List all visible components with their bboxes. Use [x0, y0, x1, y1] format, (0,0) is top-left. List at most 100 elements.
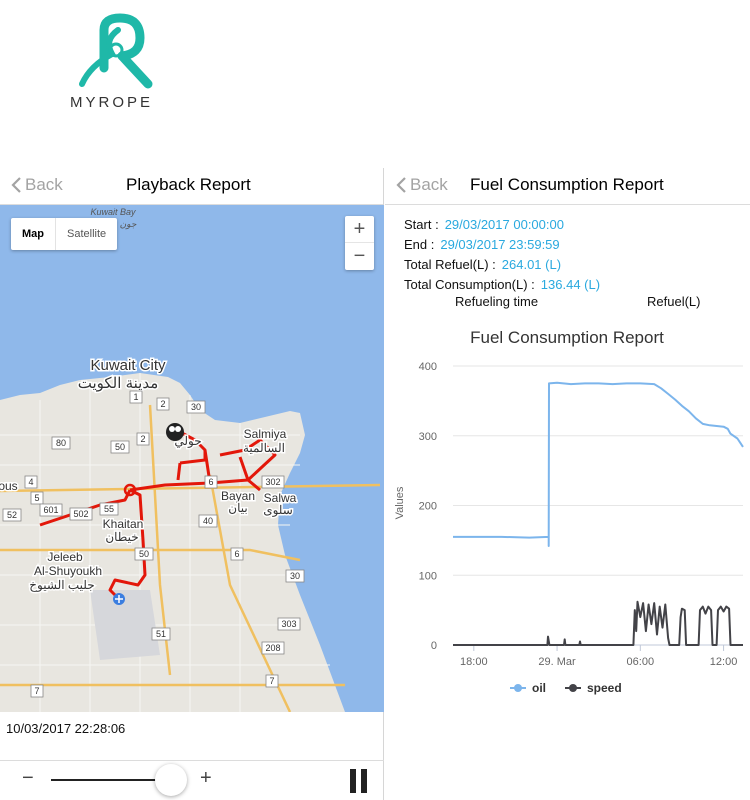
- svg-text:502: 502: [73, 509, 88, 519]
- zoom-control: + −: [345, 216, 374, 270]
- series-line-speed: [453, 600, 743, 646]
- refueling-time-header: Refueling time: [455, 294, 539, 309]
- logo-wordmark: MYROPE: [70, 94, 154, 111]
- map-label-jeleeb: Jeleeb: [47, 550, 83, 564]
- map-label-salwa-ar: سلوى: [263, 503, 293, 517]
- map-view[interactable]: Kuwait Bay جون Kuwait City مدينة الكويت …: [0, 205, 384, 712]
- y-tick-label: 100: [419, 570, 437, 582]
- pause-icon[interactable]: [350, 769, 368, 793]
- svg-text:50: 50: [139, 549, 149, 559]
- road-shield: 6: [204, 475, 218, 489]
- map-label-kuwait-city: Kuwait City: [90, 357, 166, 374]
- road-shield: 50: [134, 547, 154, 561]
- road-shield: 6: [230, 547, 244, 561]
- svg-text:2: 2: [160, 399, 165, 409]
- svg-text:55: 55: [104, 504, 114, 514]
- playback-report-panel: Back Playback Report Kuwait Bay جون Kuwa…: [0, 168, 384, 800]
- svg-text:speed: speed: [587, 681, 622, 695]
- road-shield: 52: [2, 508, 22, 522]
- road-shield: 4: [24, 475, 38, 489]
- y-tick-label: 0: [431, 640, 437, 652]
- x-tick-label: 06:00: [627, 656, 655, 668]
- fuel-report-panel: Back Fuel Consumption Report Start : 29/0…: [385, 168, 750, 800]
- back-label: Back: [25, 175, 63, 194]
- map-label-salmiya-ar: السالمية: [243, 441, 285, 455]
- svg-text:30: 30: [191, 402, 201, 412]
- map-label-bayan-ar: بيان: [228, 501, 247, 515]
- y-tick-label: 300: [419, 431, 437, 443]
- road-shield: 80: [51, 436, 71, 450]
- svg-text:1: 1: [133, 392, 138, 402]
- end-row: End : 29/03/2017 23:59:59: [404, 237, 560, 252]
- zoom-in-button[interactable]: +: [345, 216, 374, 243]
- series-line-oil: [453, 381, 744, 547]
- map-label-jeleeb-ar: جليب الشيوخ: [29, 578, 94, 592]
- svg-text:80: 80: [56, 438, 66, 448]
- back-button[interactable]: Back: [10, 175, 63, 195]
- road-shield: 302: [261, 475, 285, 489]
- road-shield: 30: [285, 569, 305, 583]
- playback-controls: − +: [0, 760, 384, 800]
- road-shield: 2: [136, 432, 150, 446]
- svg-text:30: 30: [290, 571, 300, 581]
- svg-text:7: 7: [34, 686, 39, 696]
- legend-item-speed[interactable]: speed: [565, 681, 622, 695]
- legend-item-oil[interactable]: oil: [510, 681, 546, 695]
- map-label-hawally-ar: حولي: [174, 434, 201, 448]
- chart-title: Fuel Consumption Report: [470, 328, 664, 347]
- road-shield: 5: [30, 491, 44, 505]
- map-label-khaitan: Khaitan: [103, 517, 144, 531]
- back-button[interactable]: Back: [395, 175, 448, 195]
- road-shield: 303: [277, 617, 301, 631]
- total-consumption-row: Total Consumption(L) : 136.44 (L): [404, 277, 600, 292]
- playback-timestamp: 10/03/2017 22:28:06: [6, 721, 126, 736]
- svg-text:6: 6: [208, 477, 213, 487]
- page-title: Playback Report: [126, 175, 251, 194]
- total-consumption-value: 136.44 (L): [540, 277, 601, 292]
- svg-text:51: 51: [156, 629, 166, 639]
- svg-text:50: 50: [115, 442, 125, 452]
- road-shield: 7: [30, 684, 44, 698]
- start-row: Start : 29/03/2017 00:00:00: [404, 217, 564, 232]
- road-shield: 1: [129, 390, 143, 404]
- total-consumption-label: Total Consumption(L) :: [404, 277, 535, 292]
- map-type-map-button[interactable]: Map: [11, 218, 56, 250]
- x-tick-label: 12:00: [710, 656, 738, 668]
- end-label: End :: [404, 237, 435, 252]
- x-tick-label: 29. Mar: [538, 656, 576, 668]
- road-shield: 30: [186, 400, 206, 414]
- chevron-left-icon: [396, 177, 406, 193]
- map-type-toggle[interactable]: Map Satellite: [11, 218, 118, 250]
- svg-text:601: 601: [43, 505, 58, 515]
- svg-text:303: 303: [281, 619, 296, 629]
- fuel-header: Back Fuel Consumption Report: [385, 168, 750, 205]
- total-refuel-value: 264.01 (L): [501, 257, 562, 272]
- road-shield: 2: [156, 397, 170, 411]
- start-value: 29/03/2017 00:00:00: [444, 217, 564, 232]
- slower-button[interactable]: −: [22, 767, 34, 790]
- road-shield: 7: [265, 674, 279, 688]
- page-title: Fuel Consumption Report: [470, 175, 664, 194]
- map-label-kuwait-city-ar: مدينة الكويت: [78, 375, 159, 392]
- svg-text:2: 2: [140, 434, 145, 444]
- svg-text:302: 302: [265, 477, 280, 487]
- total-refuel-row: Total Refuel(L) : 264.01 (L): [404, 257, 561, 272]
- map-label-kuwait-bay-ar: جون: [120, 219, 137, 230]
- road-shield: 40: [198, 514, 218, 528]
- svg-text:7: 7: [269, 676, 274, 686]
- playback-slider-handle[interactable]: [155, 764, 187, 796]
- refuel-amount-header: Refuel(L): [647, 294, 701, 309]
- zoom-out-button[interactable]: −: [345, 243, 374, 270]
- back-label: Back: [410, 175, 448, 194]
- start-label: Start :: [404, 217, 439, 232]
- map-type-satellite-button[interactable]: Satellite: [56, 218, 117, 250]
- svg-text:6: 6: [234, 549, 239, 559]
- y-axis-label: Values: [394, 486, 406, 519]
- total-refuel-label: Total Refuel(L) :: [404, 257, 496, 272]
- chevron-left-icon: [11, 177, 21, 193]
- faster-button[interactable]: +: [200, 767, 212, 790]
- fuel-consumption-chart: Fuel Consumption Report Values 0 100 200 30…: [394, 328, 744, 695]
- road-shield: 502: [69, 507, 93, 521]
- y-tick-label: 400: [419, 361, 437, 373]
- road-shield: 601: [39, 503, 63, 517]
